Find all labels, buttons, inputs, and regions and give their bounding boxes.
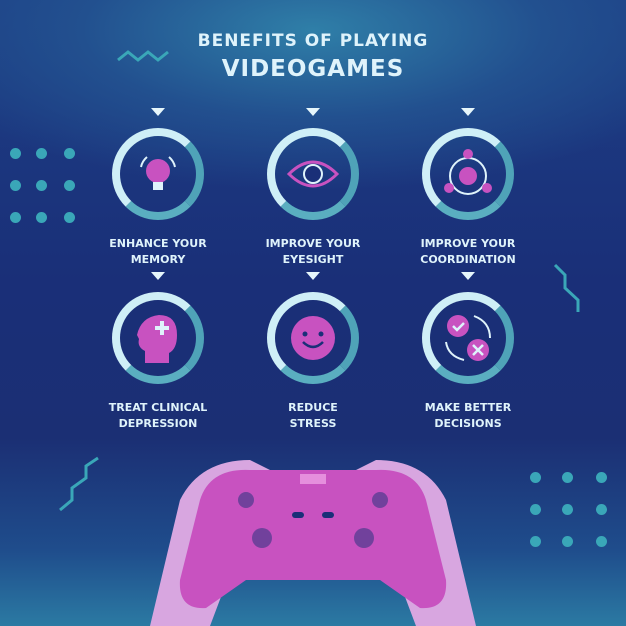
icon-ring bbox=[112, 128, 204, 220]
benefit-label: Improve your bbox=[265, 237, 361, 250]
check-cross-icon bbox=[445, 315, 491, 361]
benefit-label: Enhance Your bbox=[109, 237, 207, 250]
head-plus-icon bbox=[137, 315, 177, 363]
icon-ring bbox=[267, 128, 359, 220]
icon-ring bbox=[422, 128, 514, 220]
benefit-depression: Treat clinical depression bbox=[83, 272, 233, 432]
benefit-label: Eyesight bbox=[282, 253, 344, 266]
benefit-stress: Reduce Stress bbox=[238, 272, 388, 432]
benefit-memory: Enhance Your Memory bbox=[83, 108, 233, 268]
smiley-icon bbox=[291, 316, 335, 360]
pointer-icon bbox=[151, 272, 165, 280]
benefit-label: Make better bbox=[424, 401, 512, 414]
benefit-label: depression bbox=[118, 417, 198, 430]
benefit-label: Improve your bbox=[420, 237, 516, 250]
game-controller bbox=[179, 469, 447, 609]
pointer-icon bbox=[461, 272, 475, 280]
hands-holding-controller bbox=[150, 460, 476, 626]
benefit-label: Coordination bbox=[420, 253, 516, 266]
benefit-label: decisions bbox=[434, 417, 502, 430]
benefit-decisions: Make better decisions bbox=[393, 272, 543, 432]
pointer-icon bbox=[151, 108, 165, 116]
benefit-label: Reduce bbox=[288, 401, 338, 414]
benefit-label: Stress bbox=[289, 417, 337, 430]
infographic: Benefits of playing Videogames Enhance Y… bbox=[0, 0, 626, 626]
icon-ring bbox=[422, 292, 514, 384]
eye-icon bbox=[286, 160, 340, 188]
benefit-label: Treat clinical bbox=[108, 401, 208, 414]
pointer-icon bbox=[461, 108, 475, 116]
benefit-coordination: Improve your Coordination bbox=[393, 108, 543, 268]
benefit-eyesight: Improve your Eyesight bbox=[238, 108, 388, 268]
icon-ring bbox=[267, 292, 359, 384]
coordination-icon bbox=[444, 149, 492, 195]
icon-ring bbox=[112, 292, 204, 384]
lightbulb-icon bbox=[140, 156, 176, 190]
pointer-icon bbox=[306, 272, 320, 280]
benefit-label: Memory bbox=[130, 253, 186, 266]
pointer-icon bbox=[306, 108, 320, 116]
